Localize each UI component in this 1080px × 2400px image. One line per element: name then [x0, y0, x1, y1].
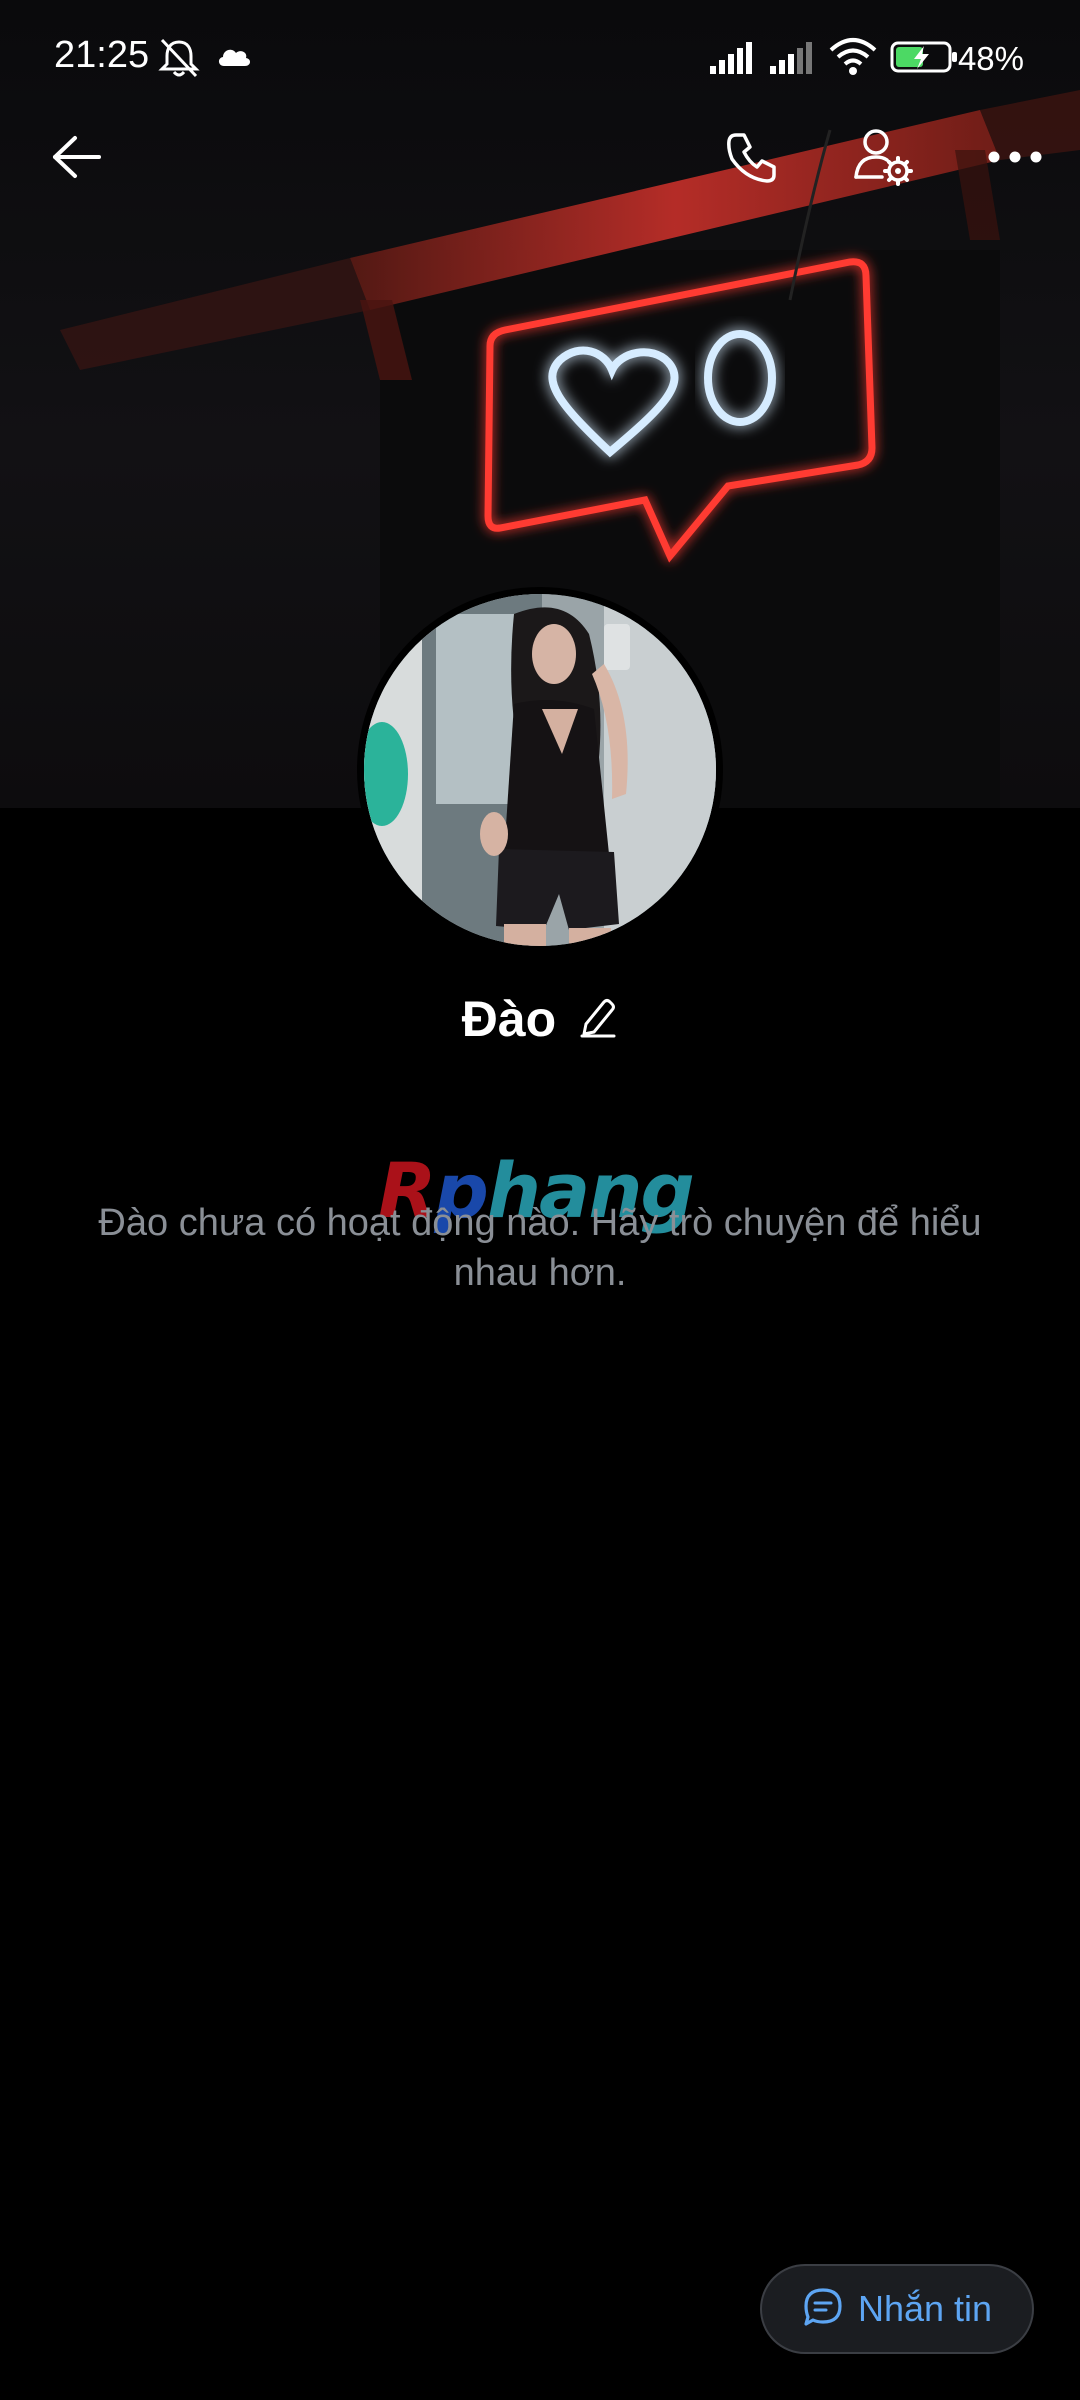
profile-name: Đào: [461, 991, 557, 1047]
profile-name-row: Đào: [0, 990, 1080, 1048]
avatar[interactable]: [364, 594, 716, 946]
battery-percentage: 48%: [957, 40, 1024, 77]
cloud-icon: [216, 44, 252, 73]
message-button-label: Nhắn tin: [857, 2288, 993, 2329]
status-time: 21:25: [54, 34, 150, 76]
call-button[interactable]: [707, 114, 797, 204]
signal-1-icon: [708, 40, 758, 79]
avatar-container[interactable]: [357, 587, 723, 953]
mute-notification-icon: [156, 36, 202, 83]
phone-icon: [724, 129, 780, 190]
empty-activity-message: Đào chưa có hoạt động nào. Hãy trò chuyệ…: [98, 1202, 982, 1294]
more-icon: [987, 150, 1043, 169]
back-button[interactable]: [32, 114, 122, 204]
back-arrow-icon: [51, 135, 103, 184]
profile-settings-button[interactable]: [838, 114, 928, 204]
more-options-button[interactable]: [970, 114, 1060, 204]
signal-2-icon: [768, 40, 818, 79]
battery-charging-icon: [890, 40, 960, 79]
pencil-icon[interactable]: [578, 996, 618, 1043]
chat-bubble-icon: [802, 2286, 844, 2333]
wifi-icon: [828, 36, 878, 81]
status-bar: 21:25 48%: [0, 0, 1080, 118]
user-settings-icon: [852, 127, 914, 192]
message-button[interactable]: Nhắn tin: [760, 2264, 1034, 2354]
